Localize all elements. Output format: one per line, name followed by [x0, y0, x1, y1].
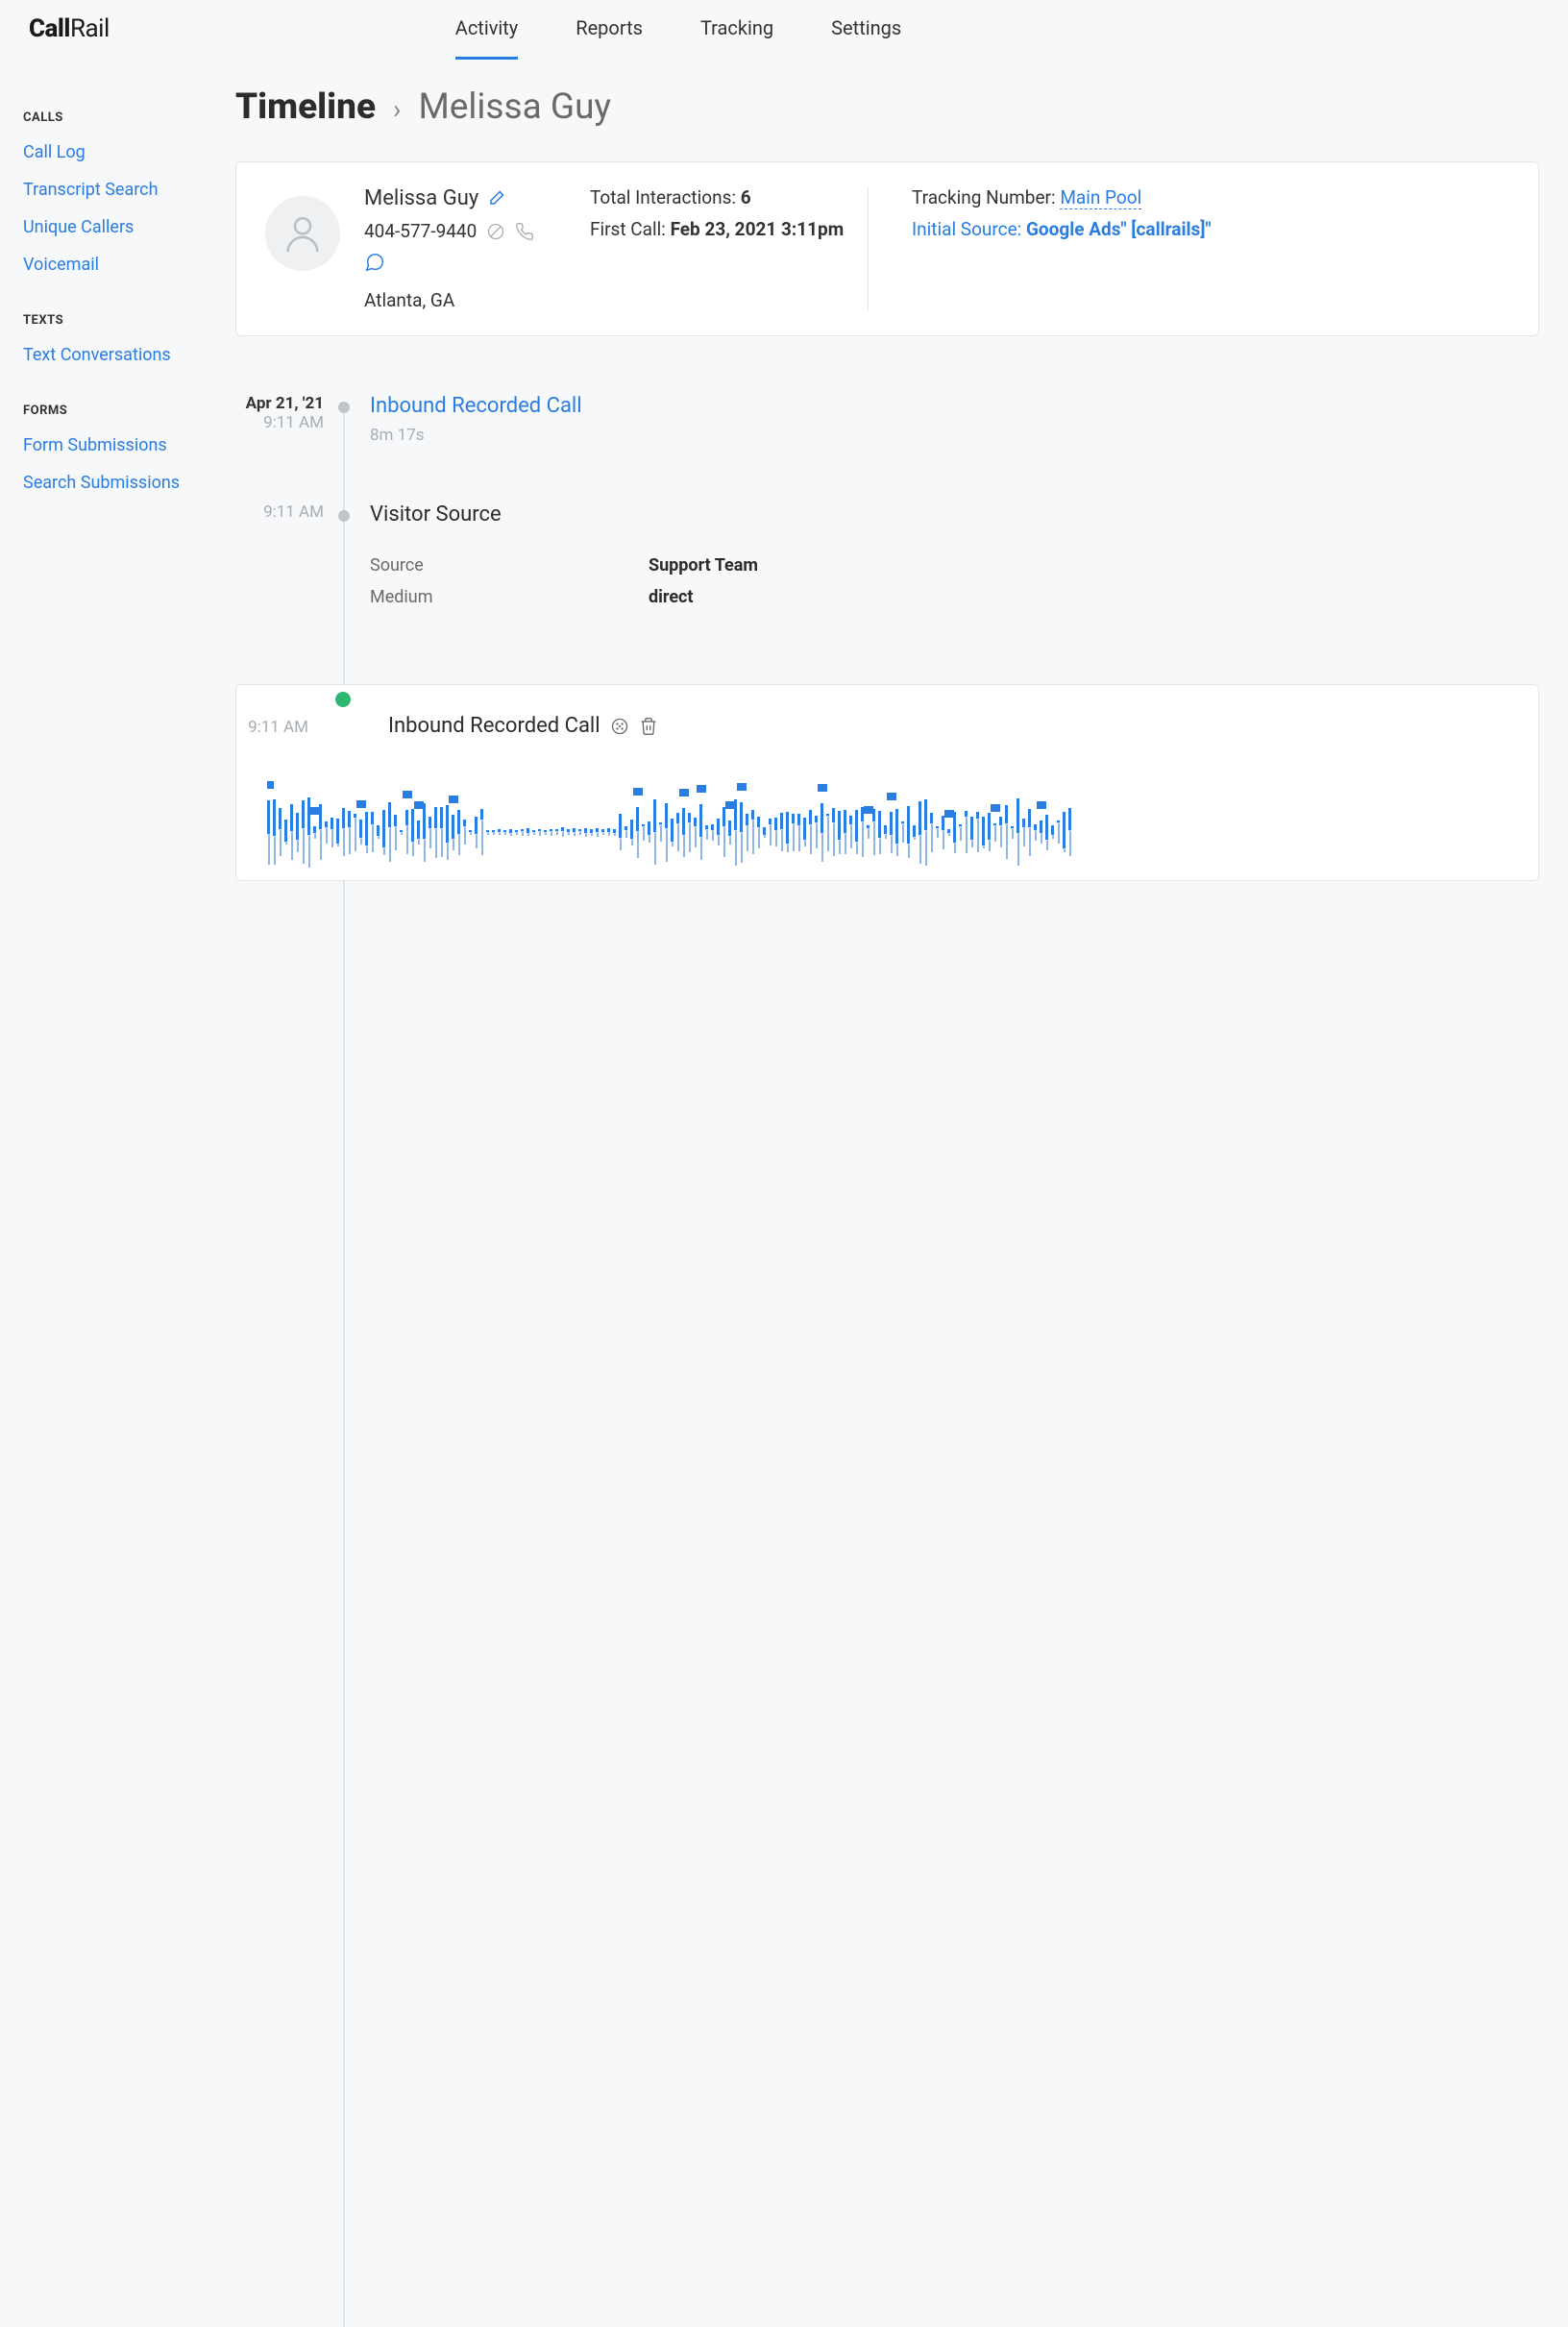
kv-value: direct — [649, 587, 694, 607]
nav-settings[interactable]: Settings — [831, 0, 901, 60]
top-nav: Activity Reports Tracking Settings — [455, 0, 901, 60]
nav-activity[interactable]: Activity — [455, 0, 518, 60]
kv-value: Support Team — [649, 555, 758, 576]
side-link-call-log[interactable]: Call Log — [23, 142, 235, 162]
logo[interactable]: CallRail — [29, 14, 110, 43]
timeline-time: 9:11 AM — [232, 718, 308, 737]
contact-phone: 404-577-9440 — [364, 220, 477, 242]
sidebar: CALLS Call Log Transcript Search Unique … — [0, 58, 235, 881]
contact-name: Melissa Guy — [364, 186, 478, 210]
contact-location: Atlanta, GA — [364, 289, 566, 311]
nav-tracking[interactable]: Tracking — [700, 0, 773, 60]
timeline-title: Inbound Recorded Call — [388, 714, 600, 738]
recording-card: 9:11 AM Inbound Recorded Call — [235, 684, 1539, 881]
nav-reports[interactable]: Reports — [576, 0, 643, 60]
side-link-unique-callers[interactable]: Unique Callers — [23, 217, 235, 237]
tracking-number-link[interactable]: Main Pool — [1060, 186, 1141, 209]
contact-card: Melissa Guy 404-577-9440 — [235, 161, 1539, 336]
initial-source-value[interactable]: Google Ads" [callrails]" — [1026, 218, 1212, 240]
waveform[interactable] — [267, 765, 1511, 880]
timeline-title: Visitor Source — [370, 502, 1568, 527]
avatar — [265, 196, 340, 271]
timeline-item: 9:11 AM Visitor Source SourceSupport Tea… — [343, 502, 1568, 607]
timeline-time: 9:11 AM — [208, 413, 324, 432]
timeline: Apr 21, '21 9:11 AM Inbound Recorded Cal… — [343, 394, 1568, 881]
side-heading-calls: CALLS — [23, 110, 235, 125]
total-interactions-value: 6 — [741, 186, 751, 208]
kv-key: Medium — [370, 587, 649, 607]
breadcrumb-separator: › — [393, 93, 401, 125]
timeline-dot-active — [335, 692, 351, 707]
breadcrumb-name: Melissa Guy — [418, 86, 611, 128]
total-interactions-label: Total Interactions: — [590, 186, 741, 208]
block-icon[interactable] — [486, 222, 505, 241]
tracking-number-label: Tracking Number: — [912, 186, 1060, 208]
side-link-form-submissions[interactable]: Form Submissions — [23, 435, 235, 455]
kv-key: Source — [370, 555, 649, 576]
phone-icon[interactable] — [515, 222, 534, 241]
dialpad-icon[interactable] — [610, 717, 629, 736]
side-link-text-conversations[interactable]: Text Conversations — [23, 345, 235, 365]
page-title: Timeline — [235, 86, 376, 128]
side-link-voicemail[interactable]: Voicemail — [23, 255, 235, 275]
timeline-duration: 8m 17s — [370, 426, 1568, 445]
side-heading-forms: FORMS — [23, 404, 235, 418]
first-call-value: Feb 23, 2021 3:11pm — [671, 218, 845, 240]
timeline-title-link[interactable]: Inbound Recorded Call — [370, 394, 1568, 418]
side-heading-texts: TEXTS — [23, 313, 235, 328]
breadcrumb: Timeline › Melissa Guy — [235, 86, 1568, 128]
initial-source-label[interactable]: Initial Source: — [912, 218, 1026, 240]
side-link-transcript-search[interactable]: Transcript Search — [23, 180, 235, 200]
first-call-label: First Call: — [590, 218, 671, 240]
timeline-time: 9:11 AM — [208, 502, 324, 522]
trash-icon[interactable] — [639, 717, 658, 736]
timeline-item: Apr 21, '21 9:11 AM Inbound Recorded Cal… — [343, 394, 1568, 445]
timeline-date: Apr 21, '21 — [208, 394, 324, 413]
side-link-search-submissions[interactable]: Search Submissions — [23, 473, 235, 493]
message-icon[interactable] — [364, 252, 385, 273]
edit-icon[interactable] — [486, 189, 505, 208]
